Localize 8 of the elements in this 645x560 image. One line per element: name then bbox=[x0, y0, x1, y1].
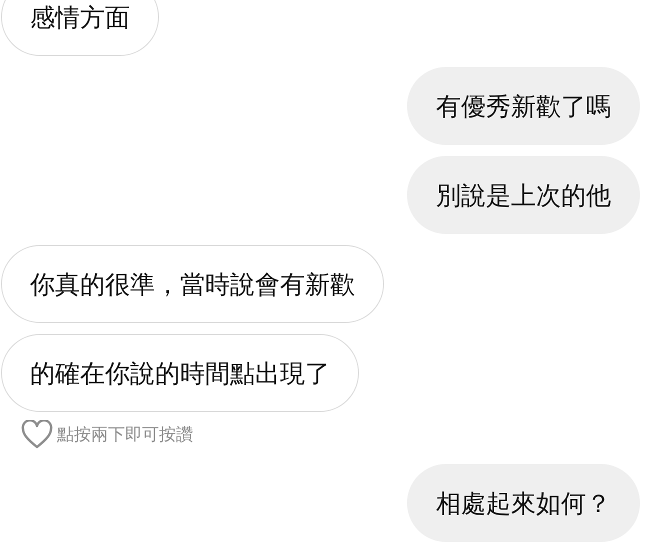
received-message: 的確在你說的時間點出現了 bbox=[1, 334, 359, 412]
sent-message: 別說是上次的他 bbox=[407, 156, 640, 234]
sent-message: 相處起來如何？ bbox=[407, 464, 640, 542]
sent-message: 有優秀新歡了嗎 bbox=[407, 67, 640, 145]
like-hint: 點按兩下即可按讚 bbox=[57, 424, 193, 446]
heart-icon[interactable] bbox=[21, 420, 53, 449]
received-message: 你真的很準，當時說會有新歡 bbox=[1, 245, 384, 323]
received-message: 感情方面 bbox=[1, 0, 159, 56]
